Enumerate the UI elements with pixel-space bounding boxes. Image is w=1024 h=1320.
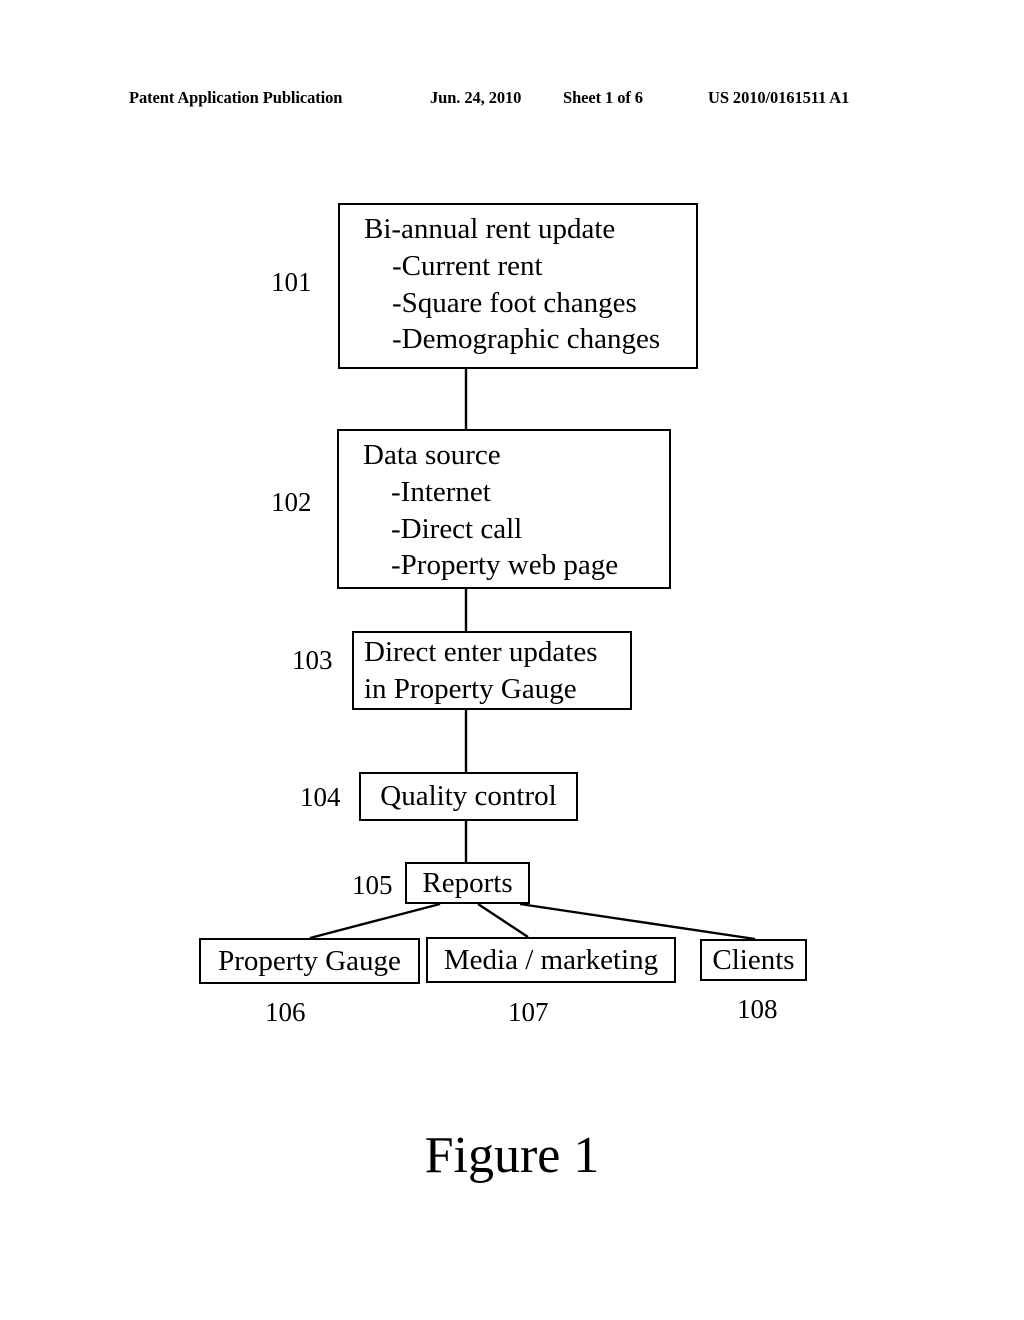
node-107-label: Media / marketing: [443, 943, 659, 976]
node-box-direct-enter-updates[interactable]: Direct enter updates in Property Gauge: [352, 631, 632, 710]
node-101-title: Bi-annual rent update: [364, 213, 616, 245]
reference-numeral-101: 101: [271, 267, 312, 297]
reference-numeral-108: 108: [737, 994, 778, 1024]
page-header: Patent Application Publication Jun. 24, …: [0, 88, 1024, 112]
node-box-data-source[interactable]: Data source -Internet -Direct call -Prop…: [337, 429, 671, 589]
node-102-title: Data source: [363, 439, 501, 471]
header-patent-number: US 2010/0161511 A1: [708, 88, 850, 107]
reference-numeral-107: 107: [508, 997, 549, 1027]
header-date-label: Jun. 24, 2010: [430, 88, 522, 107]
connector-105-to-106: [309, 902, 441, 940]
connector-105-to-108: [519, 902, 756, 941]
node-box-quality-control[interactable]: Quality control: [359, 772, 578, 821]
reference-numeral-103: 103: [292, 645, 333, 675]
node-103-line-2: in Property Gauge: [364, 672, 577, 705]
node-box-bi-annual-rent-update[interactable]: Bi-annual rent update -Current rent -Squ…: [338, 203, 698, 369]
node-box-property-gauge[interactable]: Property Gauge: [199, 938, 420, 984]
node-102-item-3: -Property web page: [391, 549, 619, 582]
node-101-item-3: -Demographic changes: [392, 323, 661, 356]
header-publication-label: Patent Application Publication: [129, 88, 343, 107]
node-101-item-2: -Square foot changes: [392, 286, 637, 319]
node-105-label: Reports: [422, 866, 513, 899]
node-101-item-1: -Current rent: [392, 249, 543, 282]
patent-figure-page: Patent Application Publication Jun. 24, …: [0, 0, 1024, 1320]
figure-caption: Figure 1: [424, 1127, 600, 1184]
node-104-label: Quality control: [380, 780, 557, 813]
node-102-item-1: -Internet: [391, 475, 491, 508]
node-box-clients[interactable]: Clients: [700, 939, 807, 981]
node-103-line-1: Direct enter updates: [364, 635, 598, 668]
header-sheet-label: Sheet 1 of 6: [563, 88, 643, 107]
connector-105-to-107: [477, 902, 529, 939]
reference-numeral-106: 106: [265, 997, 306, 1027]
reference-numeral-102: 102: [271, 487, 312, 517]
reference-numeral-105: 105: [352, 870, 393, 900]
node-102-item-2: -Direct call: [391, 512, 523, 545]
node-box-reports[interactable]: Reports: [405, 862, 530, 904]
node-106-label: Property Gauge: [218, 944, 401, 977]
reference-numeral-104: 104: [300, 782, 341, 812]
node-box-media-marketing[interactable]: Media / marketing: [426, 937, 676, 983]
node-108-label: Clients: [712, 943, 795, 976]
